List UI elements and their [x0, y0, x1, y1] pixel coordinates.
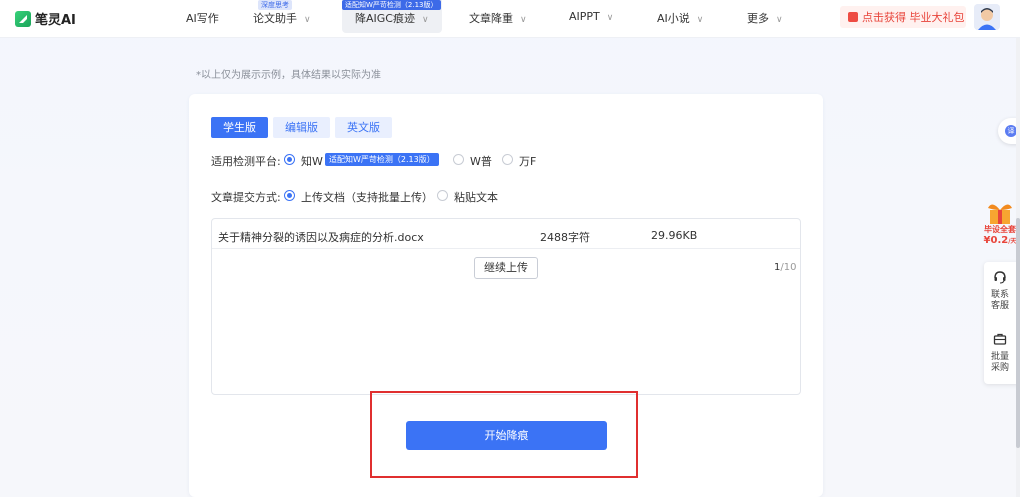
nav-item-reduce-aigc[interactable]: 降AIGC痕迹 ∨ — [355, 10, 429, 26]
top-navbar: 笔灵AI AI写作 深度思考 论文助手 ∨ 适配知W严苛检测（2.13版） 降AI… — [0, 0, 1020, 38]
submit-option-paste[interactable]: 粘贴文本 — [454, 189, 498, 205]
contact-service-button[interactable]: 联系客服 — [984, 270, 1016, 312]
nav-item-label: AI写作 — [186, 12, 219, 25]
nav-badge-zhiw-adapt: 适配知W严苛检测（2.13版） — [342, 0, 441, 10]
logo-icon — [15, 10, 31, 27]
continue-upload-button[interactable]: 继续上传 — [474, 257, 538, 279]
file-char-count: 2488字符 — [540, 231, 590, 244]
promo-label: 点击获得 毕业大礼包 — [862, 11, 965, 24]
submit-option-upload[interactable]: 上传文档（支持批量上传） — [301, 189, 433, 205]
submit-radio-upload[interactable] — [284, 190, 295, 201]
file-name: 关于精神分裂的诱因以及病症的分析.docx — [218, 231, 424, 244]
tab-editor[interactable]: 编辑版 — [273, 117, 330, 138]
platform-radio-zhiw[interactable] — [284, 154, 295, 165]
start-reduce-button[interactable]: 开始降痕 — [406, 421, 607, 450]
platform-radio-wanf[interactable] — [502, 154, 513, 165]
submit-radio-paste[interactable] — [437, 190, 448, 201]
platform-option-wanf[interactable]: 万F — [519, 153, 536, 169]
nav-item-label: 更多 — [747, 12, 769, 25]
gift-icon — [848, 12, 858, 22]
avatar[interactable] — [974, 4, 1000, 30]
platform-option-wpu[interactable]: W普 — [470, 153, 492, 169]
platform-option-zhiw[interactable]: 知W — [301, 153, 323, 169]
zhiw-adapt-tag: 适配知W严苛检测（2.13版） — [325, 153, 439, 166]
tab-english[interactable]: 英文版 — [335, 117, 392, 138]
nav-item-label: AIPPT — [569, 10, 600, 23]
briefcase-icon — [993, 333, 1007, 345]
side-panel: 联系客服 批量采购 — [984, 262, 1020, 384]
promo-price: ¥0.2 — [983, 235, 1009, 246]
chevron-down-icon: ∨ — [304, 15, 311, 25]
nav-item-label: 论文助手 — [253, 12, 297, 25]
chevron-down-icon: ∨ — [776, 15, 783, 25]
graduation-gift-button[interactable]: 点击获得 毕业大礼包 — [840, 6, 966, 28]
brand-name: 笔灵AI — [35, 13, 76, 28]
nav-item-more[interactable]: 更多 ∨ — [747, 10, 783, 26]
file-count: 1/10 — [774, 262, 796, 273]
tab-student[interactable]: 学生版 — [211, 117, 268, 138]
nav-item-article-dedup[interactable]: 文章降重 ∨ — [469, 10, 527, 26]
submit-method-label: 文章提交方式: — [211, 191, 281, 204]
contact-service-label: 联系客服 — [990, 290, 1009, 311]
nav-item-label: 文章降重 — [469, 12, 513, 25]
file-size: 29.96KB — [651, 229, 698, 242]
nav-item-aippt[interactable]: AIPPT ∨ — [569, 10, 613, 23]
promo-float-price: ¥0.2/天 — [980, 235, 1020, 246]
file-count-total: /10 — [780, 262, 797, 273]
chevron-down-icon: ∨ — [606, 13, 614, 23]
platform-radio-wpu[interactable] — [453, 154, 464, 165]
platform-label: 适用检测平台: — [211, 155, 281, 168]
nav-badge-deep-thinking: 深度思考 — [258, 0, 292, 10]
nav-item-label: 降AIGC痕迹 — [355, 12, 415, 25]
nav-item-ai-writing[interactable]: AI写作 — [186, 10, 219, 26]
graduation-promo-float[interactable]: 毕设全套 ¥0.2/天 — [980, 200, 1020, 260]
chevron-down-icon: ∨ — [696, 15, 704, 25]
nav-item-paper-assistant[interactable]: 论文助手 ∨ — [253, 10, 311, 26]
bulk-purchase-button[interactable]: 批量采购 — [984, 332, 1016, 374]
headset-icon — [994, 271, 1006, 284]
disclaimer-text: *以上仅为展示示例，具体结果以实际为准 — [196, 70, 381, 81]
scrollbar-thumb[interactable] — [1016, 218, 1020, 448]
bulk-purchase-label: 批量采购 — [990, 352, 1009, 373]
chevron-down-icon: ∨ — [421, 15, 429, 25]
nav-item-ai-novel[interactable]: AI小说 ∨ — [657, 10, 703, 26]
brand-logo[interactable]: 笔灵AI — [15, 9, 76, 28]
chevron-down-icon: ∨ — [520, 15, 527, 25]
gift-box-icon — [988, 204, 1012, 224]
promo-float-title: 毕设全套 — [984, 225, 1016, 234]
scrollbar[interactable] — [1016, 38, 1020, 497]
nav-item-label: AI小说 — [657, 12, 690, 25]
